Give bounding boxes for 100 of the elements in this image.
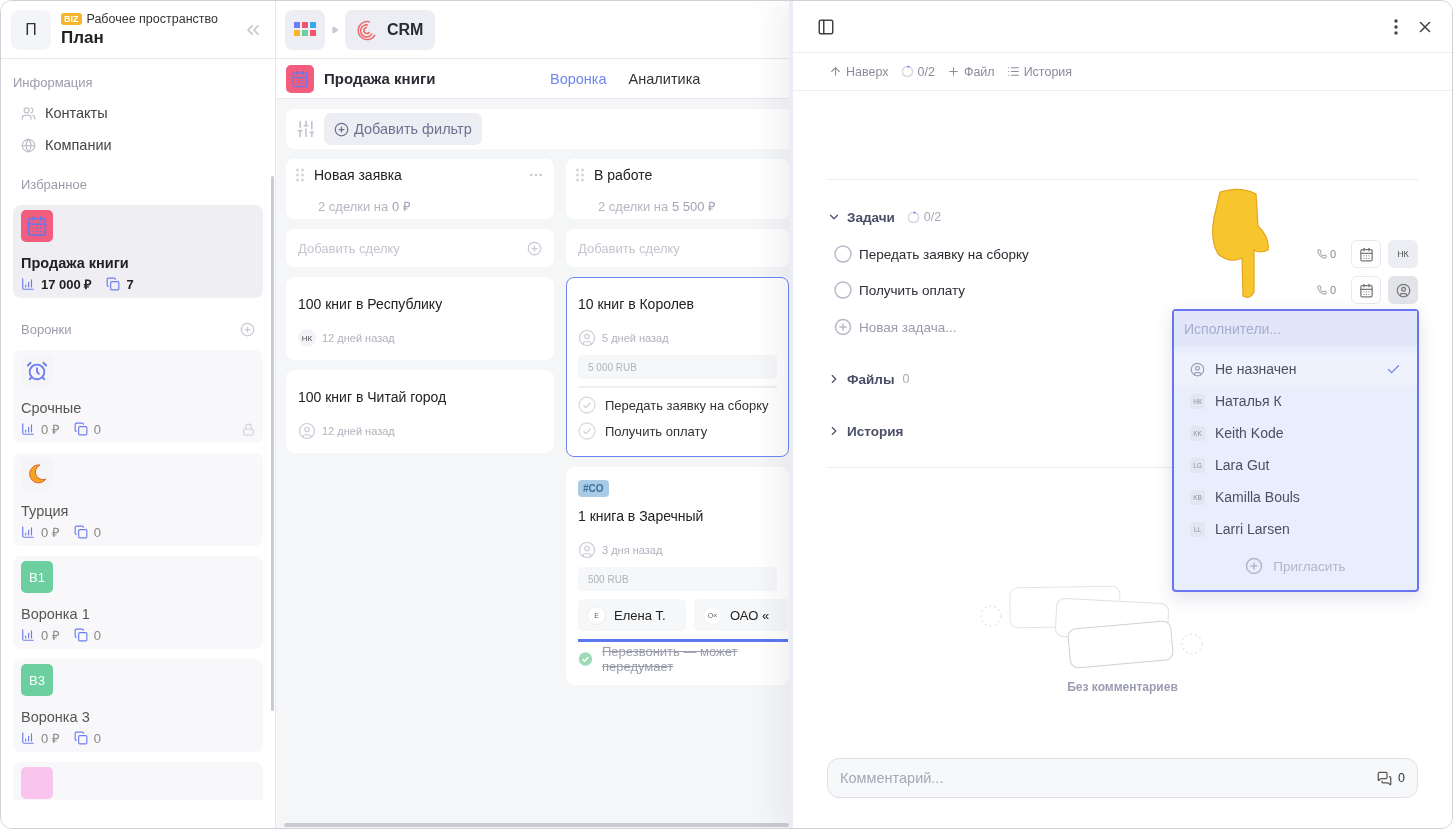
add-icon <box>834 318 852 336</box>
comments-icon <box>1377 770 1393 786</box>
deal-card[interactable]: 100 книг в Республику НК 12 дней назад <box>286 277 554 360</box>
workspace-avatar[interactable]: П <box>11 9 51 50</box>
add-icon[interactable] <box>240 321 255 337</box>
workspace-name: План <box>61 27 105 48</box>
assignee-option[interactable]: Не назначен <box>1174 353 1417 385</box>
tasks-section-toggle[interactable]: Задачи <box>827 206 895 228</box>
pipeline-card[interactable]: Срочные 0 ₽ 0 <box>13 350 263 443</box>
deal-tag: #CO <box>578 480 609 497</box>
pipeline-name: Воронка 1 <box>21 605 91 623</box>
deal-count: 0 <box>93 524 102 540</box>
apps-button[interactable] <box>285 9 325 50</box>
check-circle-icon[interactable] <box>578 396 596 414</box>
task-title: Передать заявку на сборку <box>859 246 1030 262</box>
pipeline-card[interactable]: Турция 0 ₽ 0 <box>13 453 263 546</box>
pipeline-name: Срочные <box>21 399 83 417</box>
pipeline-card[interactable] <box>13 762 263 800</box>
nav-item[interactable]: Контакты <box>1 97 275 129</box>
deal-count: 0 <box>93 730 102 746</box>
section-heading: Воронки <box>21 321 72 337</box>
task-checkbox[interactable] <box>834 245 852 263</box>
apps-grid-icon <box>294 21 316 38</box>
comment-field[interactable]: Комментарий... 0 <box>827 758 1418 798</box>
pipeline-card[interactable]: В1 Воронка 1 0 ₽ 0 <box>13 556 263 649</box>
calendar-icon <box>1358 282 1374 298</box>
comment-input[interactable]: Комментарий... <box>840 770 1378 786</box>
add-icon <box>334 121 349 137</box>
deal-count: 7 <box>126 276 134 292</box>
toolbar-button[interactable]: 0/2 <box>900 64 935 79</box>
tab[interactable]: Аналитика <box>617 70 712 87</box>
calendar-icon <box>1358 246 1374 262</box>
more-icon <box>1394 18 1398 35</box>
chart-icon <box>21 731 35 745</box>
files-section-toggle[interactable]: Файлы <box>827 368 895 390</box>
check-circle-icon[interactable] <box>578 422 596 440</box>
deal-amount: 500 RUB <box>578 567 777 591</box>
add-filter-button[interactable]: Добавить фильтр <box>324 113 482 145</box>
comment-count: 0 <box>1398 771 1405 785</box>
scrollbar[interactable] <box>284 823 789 827</box>
add-icon <box>527 240 542 256</box>
assignee-button[interactable] <box>1388 276 1418 304</box>
call-count: 0 <box>1316 248 1336 260</box>
checked-circle-icon[interactable] <box>578 650 593 668</box>
deals-icon <box>73 525 88 539</box>
file-count: 0 <box>902 372 910 386</box>
task-title: Получить оплату <box>605 423 708 439</box>
column-title: Новая заявка <box>314 167 403 183</box>
deal-amount: 5 000 RUB <box>578 355 777 379</box>
due-date-button[interactable] <box>1351 276 1381 304</box>
deal-card[interactable]: 100 книг в Читай город 12 дней назад <box>286 370 554 453</box>
panel-toggle-button[interactable] <box>817 17 835 36</box>
empty-comments-text: Без комментариев <box>1067 680 1178 694</box>
toolbar-button[interactable]: История <box>1006 64 1073 79</box>
favorite-pipeline-card[interactable]: Продажа книги 17 000 ₽ 7 <box>13 205 263 298</box>
call-count: 0 <box>1316 284 1336 296</box>
deals-icon <box>73 628 88 642</box>
assignee-search-field[interactable]: Исполнители... <box>1174 311 1417 347</box>
task-title: Передать заявку на сборку <box>605 397 769 413</box>
task-title: Получить оплату <box>859 282 967 298</box>
user-icon <box>578 329 596 347</box>
panel-icon <box>817 17 835 36</box>
pipeline-card[interactable]: В3 Воронка 3 0 ₽ 0 <box>13 659 263 752</box>
new-task-field[interactable]: Новая задача... <box>859 319 1059 335</box>
deal-title: 10 книг в Королев <box>578 296 696 312</box>
deal-card[interactable]: 10 книг в Королев 5 дней назад 5 000 RUB Передать заявку на сборку Получить оплату <box>566 277 789 457</box>
pipeline-amount: 0 ₽ <box>41 730 60 747</box>
calendar-icon <box>21 210 53 242</box>
assignee-button[interactable]: НК <box>1388 240 1418 268</box>
deal-count: 0 <box>93 421 102 437</box>
column-summary: 2 сделки на 0 ₽ <box>318 198 412 215</box>
task-checkbox[interactable] <box>834 281 852 299</box>
assignee-name: Не назначен <box>1215 361 1298 377</box>
section-heading: Избранное <box>21 176 87 192</box>
deal-title: 100 книг в Читай город <box>298 389 448 405</box>
more-button[interactable] <box>1394 18 1398 35</box>
deal-title: 100 книг в Республику <box>298 296 444 312</box>
pipeline-name: Воронка 3 <box>21 708 91 726</box>
list-icon <box>1006 65 1020 78</box>
pipeline-amount: 0 ₽ <box>41 524 60 541</box>
plus-icon <box>946 65 960 78</box>
pipeline-amount: 0 ₽ <box>41 627 60 644</box>
nav-item[interactable]: Компании <box>1 129 275 161</box>
people-icon <box>21 105 36 121</box>
assignee-name: Lara Gut <box>1215 457 1271 473</box>
app-button[interactable]: CRM <box>345 9 436 50</box>
history-section-toggle[interactable]: История <box>827 420 904 442</box>
breadcrumb-arrow-icon <box>331 25 339 34</box>
toolbar-button[interactable]: Файл <box>946 64 995 79</box>
user-icon <box>298 422 316 440</box>
drag-handle-icon[interactable] <box>296 168 304 182</box>
due-date-button[interactable] <box>1351 240 1381 268</box>
sliders-icon[interactable] <box>296 119 316 139</box>
chart-icon <box>21 628 35 642</box>
task-title: Перезвонить — может передумает <box>601 644 739 674</box>
deal-count: 0 <box>93 627 102 643</box>
contact-name: ОАО « <box>730 607 770 623</box>
pipeline-amount: 0 ₽ <box>41 421 60 438</box>
drag-handle-icon[interactable] <box>576 168 584 182</box>
circle-icon <box>906 210 920 224</box>
